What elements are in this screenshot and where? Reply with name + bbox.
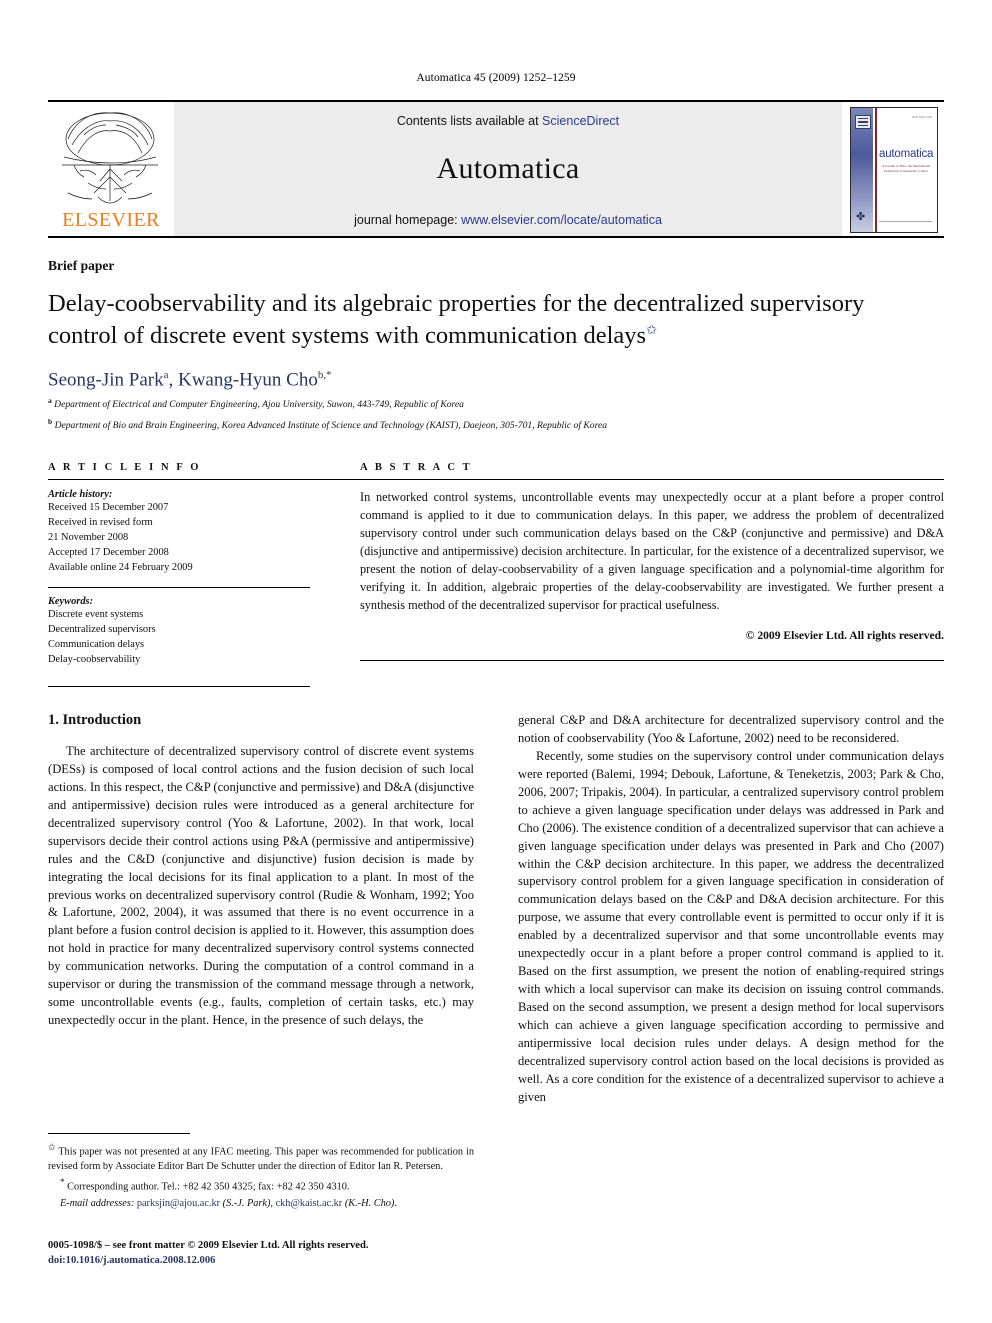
footnote-divider xyxy=(48,1133,190,1134)
article-info-column: Article history: Received 15 December 20… xyxy=(48,479,310,687)
running-head: Automatica 45 (2009) 1252–1259 xyxy=(416,72,576,84)
sciencedirect-link[interactable]: ScienceDirect xyxy=(542,114,619,128)
footnote-block: ✩ This paper was not presented at any IF… xyxy=(48,1133,474,1213)
affiliation-a: a Department of Electrical and Computer … xyxy=(48,396,944,412)
abstract-bottom-rule xyxy=(360,659,944,661)
paper-title-text: Delay-coobservability and its algebraic … xyxy=(48,290,865,349)
doi-label: doi: xyxy=(48,1255,66,1267)
journal-cover-thumbnail: ✤ ISSN 0005-1098 automatica A Journal of… xyxy=(842,102,944,236)
paragraph-right-0: general C&P and D&A architecture for dec… xyxy=(518,713,944,745)
journal-masthead: ELSEVIER Contents lists available at Sci… xyxy=(48,100,944,238)
cover-footer-rule xyxy=(879,221,932,226)
cover-vertical-rule xyxy=(875,108,877,232)
paragraph-right-1: Recently, some studies on the supervisor… xyxy=(518,748,944,1104)
imprint-block: 0005-1098/$ – see front matter © 2009 El… xyxy=(48,1238,488,1269)
article-title-block: Brief paper Delay-coobservability and it… xyxy=(48,258,944,433)
elsevier-logo: ELSEVIER xyxy=(48,102,174,236)
page-title: Delay-coobservability and its algebraic … xyxy=(48,288,908,352)
masthead-center: Contents lists available at ScienceDirec… xyxy=(174,102,842,236)
keywords-label: Keywords: xyxy=(48,595,94,607)
footnote-star-text: This paper was not presented at any IFAC… xyxy=(48,1146,474,1172)
article-history-line-3: Accepted 17 December 2008 xyxy=(48,546,169,558)
article-history-line-4: Available online 24 February 2009 xyxy=(48,561,193,573)
cover-journal-subtitle: A Journal of IFAC the International Fede… xyxy=(881,164,931,174)
abstract-copyright: © 2009 Elsevier Ltd. All rights reserved… xyxy=(745,628,944,642)
email-link-0[interactable]: parksjin@ajou.ac.kr xyxy=(137,1198,220,1209)
affiliation-marker-a: a xyxy=(48,396,52,406)
affiliation-text-a: Department of Electrical and Computer En… xyxy=(54,399,464,411)
article-history-line-0: Received 15 December 2007 xyxy=(48,502,169,513)
cover-journal-name: automatica xyxy=(879,148,934,160)
paragraph-left-0: The architecture of decentralized superv… xyxy=(48,744,474,1028)
footnote-corresponding-text: Corresponding author. Tel.: +82 42 350 4… xyxy=(67,1181,350,1193)
footnote-corresponding: * Corresponding author. Tel.: +82 42 350… xyxy=(48,1176,474,1195)
keyword-1: Decentralized supervisors xyxy=(48,623,156,635)
article-history-label: Article history: xyxy=(48,489,113,500)
abstract-text: In networked control systems, uncontroll… xyxy=(360,490,944,612)
article-info-heading: A R T I C L E I N F O xyxy=(48,462,202,473)
email-owner-1: (K.-H. Cho) xyxy=(344,1198,395,1210)
footnote-corresponding-marker: * xyxy=(60,1177,65,1188)
affiliation-b: b Department of Bio and Brain Engineerin… xyxy=(48,417,944,433)
author-affil-marker-1: b,* xyxy=(317,368,332,381)
author-affil-marker-0: a xyxy=(163,368,169,381)
author-name-0[interactable]: Seong-Jin Park xyxy=(48,369,164,390)
section-heading-introduction: 1. Introduction xyxy=(48,712,142,728)
author-name-1[interactable]: Kwang-Hyun Cho xyxy=(178,369,318,390)
keyword-3: Delay-coobservability xyxy=(48,653,141,665)
title-footnote-marker: ✩ xyxy=(646,321,657,337)
ifac-logo-icon xyxy=(855,115,871,129)
article-history-line-2: 21 November 2008 xyxy=(48,531,129,543)
footnote-star-marker: ✩ xyxy=(48,1142,56,1152)
affiliation-text-b: Department of Bio and Brain Engineering,… xyxy=(54,420,608,432)
elsevier-wordmark: ELSEVIER xyxy=(62,209,160,231)
email-owner-0: (S.-J. Park) xyxy=(222,1198,271,1210)
journal-title: Automatica xyxy=(436,152,580,185)
homepage-prefix: journal homepage: xyxy=(354,213,462,227)
article-info-bottom-rule xyxy=(48,685,310,687)
cover-plus-icon: ✤ xyxy=(856,211,866,223)
info-abstract-block: A R T I C L E I N F O A B S T R A C T Ar… xyxy=(48,462,944,687)
journal-homepage-link[interactable]: www.elsevier.com/locate/automatica xyxy=(461,213,662,227)
article-history-line-1: Received in revised form xyxy=(48,516,153,528)
email-addresses-label: E-mail addresses: xyxy=(60,1198,135,1210)
contents-prefix: Contents lists available at xyxy=(396,114,543,128)
keyword-2: Communication delays xyxy=(48,638,145,650)
abstract-heading: A B S T R A C T xyxy=(360,462,473,473)
imprint-front-matter: 0005-1098/$ – see front matter © 2009 El… xyxy=(48,1240,369,1251)
footnote-star: ✩ This paper was not presented at any IF… xyxy=(48,1141,474,1174)
elsevier-tree-icon xyxy=(62,112,158,204)
keywords-divider xyxy=(48,586,310,588)
cover-issn-code: ISSN 0005-1098 xyxy=(911,116,932,119)
imprint-doi-line: doi:10.1016/j.automatica.2008.12.006 xyxy=(48,1253,488,1268)
body-column-right: general C&P and D&A architecture for dec… xyxy=(518,712,944,1272)
footnote-emails: E-mail addresses: parksjin@ajou.ac.kr (S… xyxy=(60,1198,397,1210)
paper-page: Automatica 45 (2009) 1252–1259 ELSEVIER … xyxy=(0,0,992,1323)
keyword-0: Discrete event systems xyxy=(48,608,144,620)
abstract-column: In networked control systems, uncontroll… xyxy=(310,479,944,687)
article-type-label: Brief paper xyxy=(48,258,115,273)
journal-homepage-line: journal homepage: www.elsevier.com/locat… xyxy=(174,213,842,227)
contents-available-line: Contents lists available at ScienceDirec… xyxy=(174,114,842,128)
doi-link[interactable]: 10.1016/j.automatica.2008.12.006 xyxy=(66,1255,216,1266)
email-link-1[interactable]: ckh@kaist.ac.kr xyxy=(276,1198,343,1209)
author-list: Seong-Jin Parka, Kwang-Hyun Chob,* xyxy=(48,368,332,391)
affiliation-marker-b: b xyxy=(48,417,53,427)
